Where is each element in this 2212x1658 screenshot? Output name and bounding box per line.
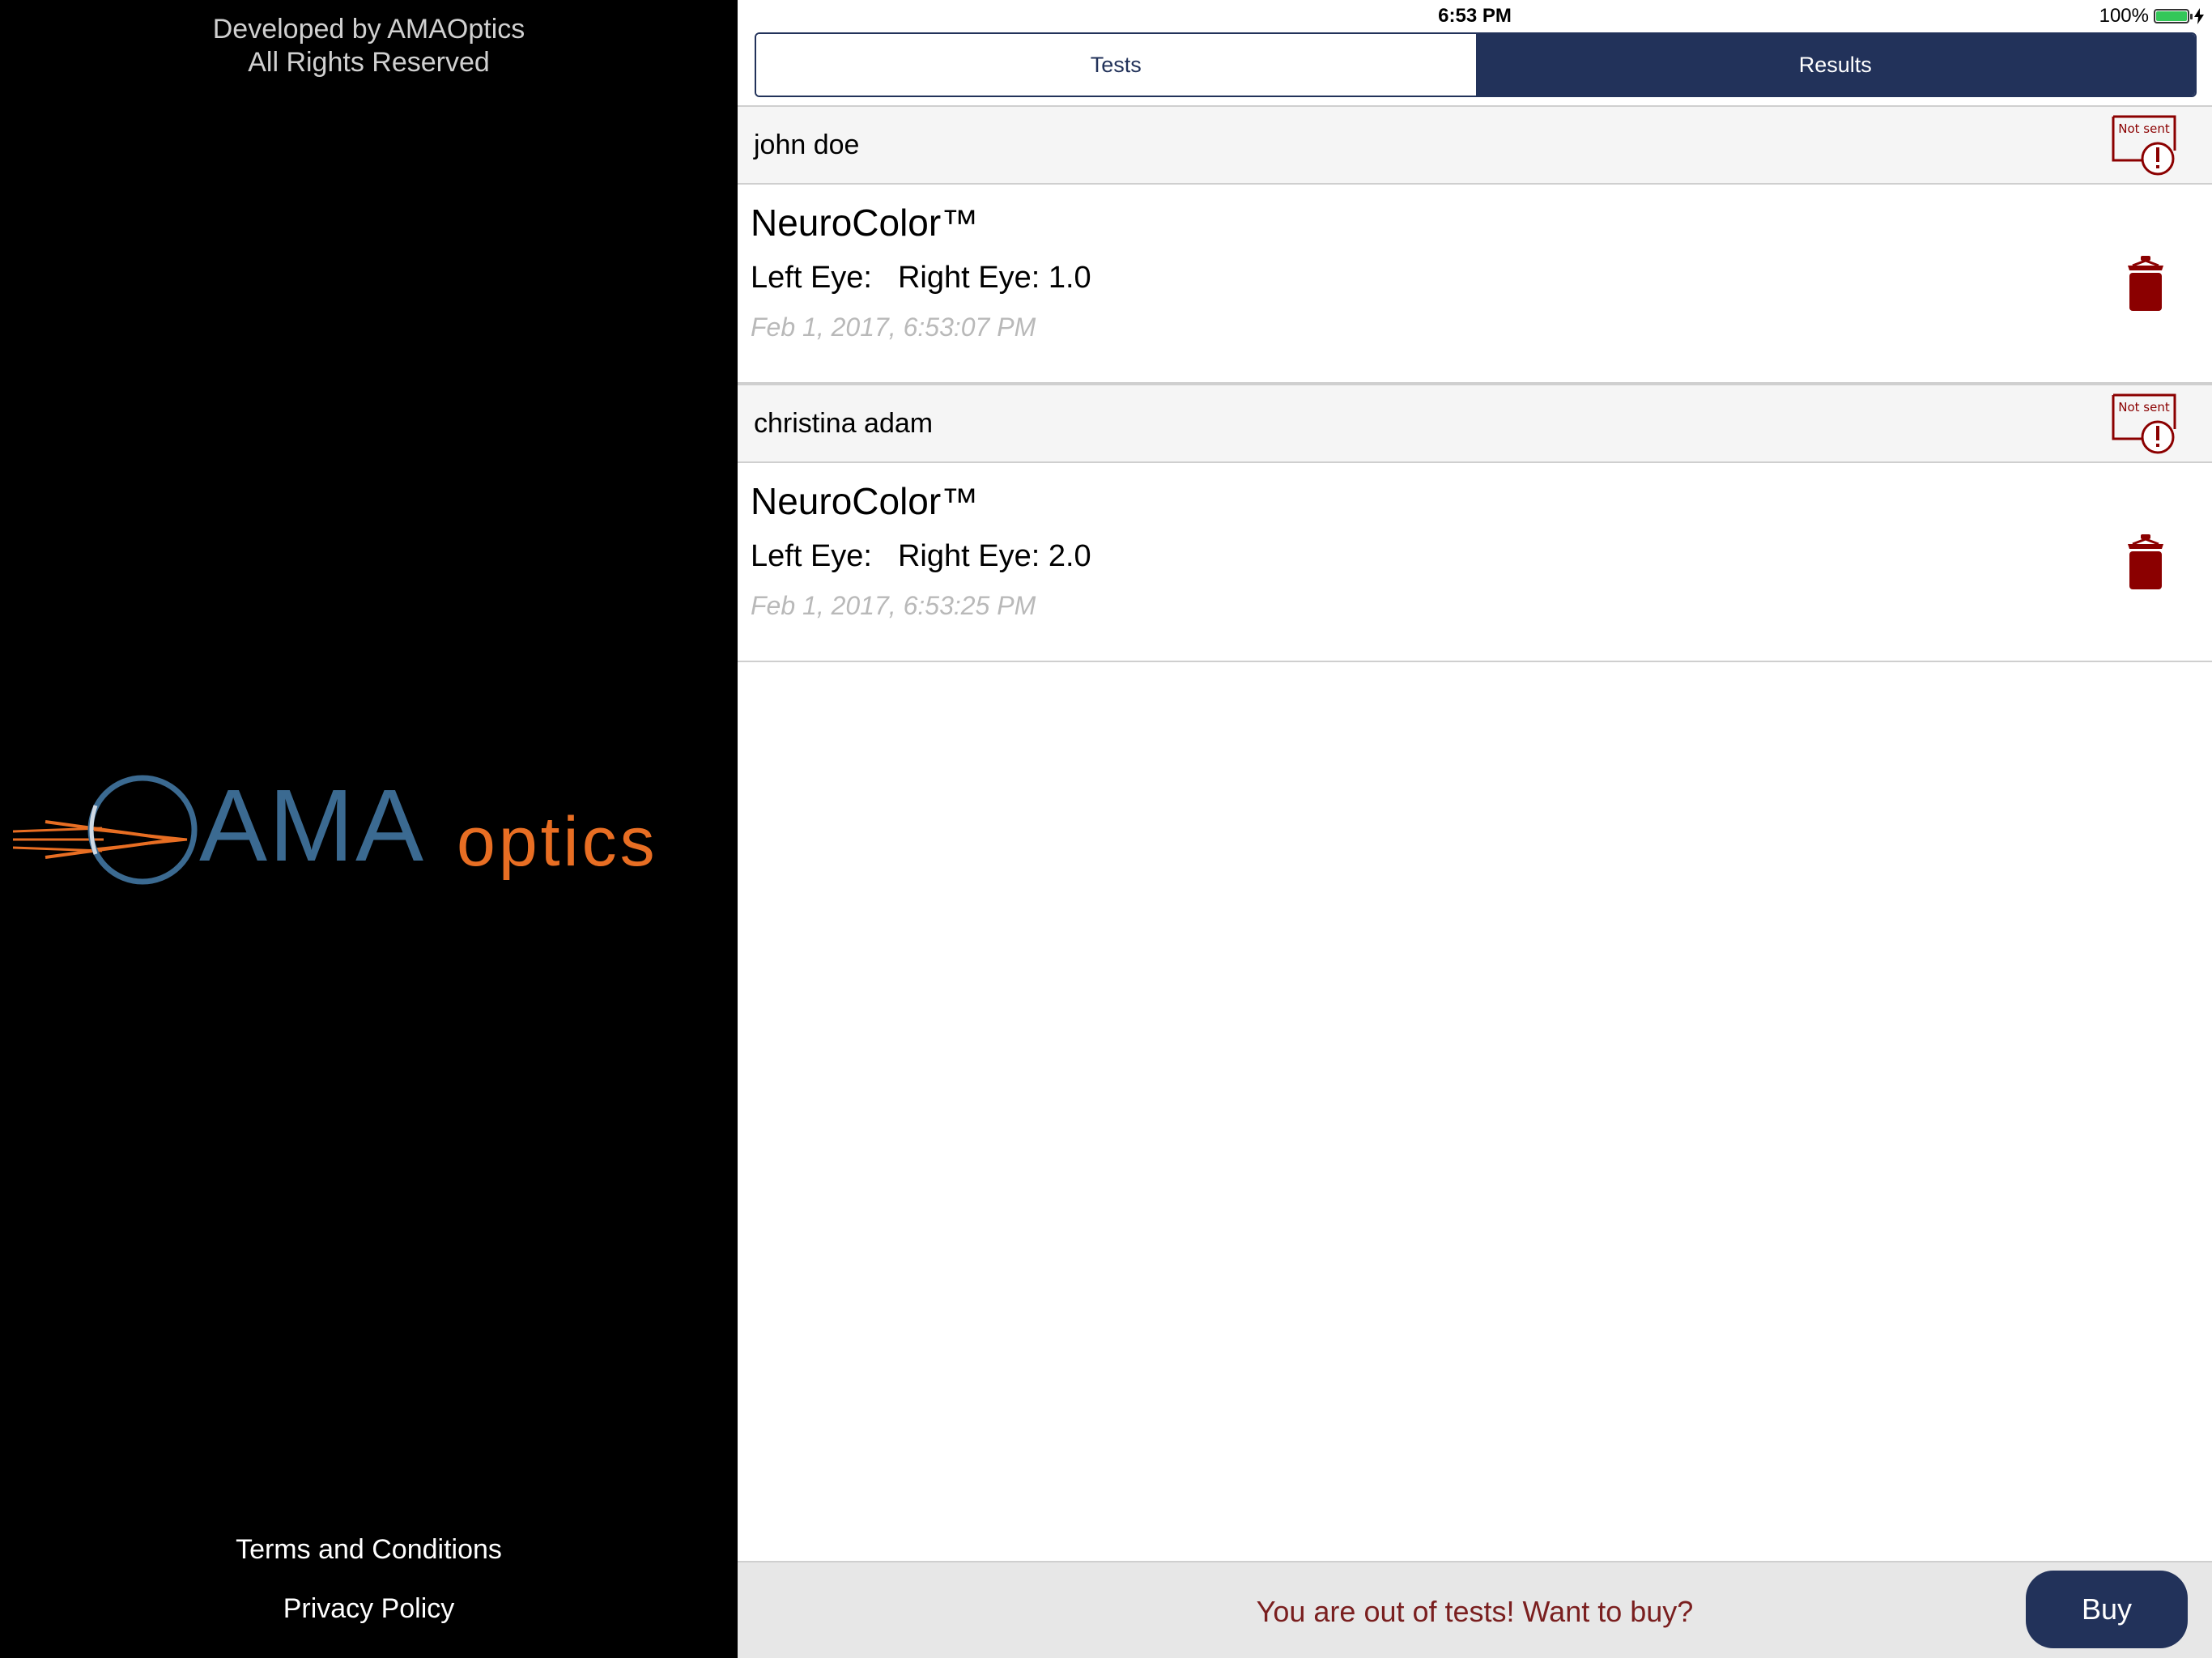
not-sent-alert-icon: Not sent	[2112, 115, 2176, 176]
not-sent-label: Not sent	[2118, 121, 2170, 136]
tab-tests[interactable]: Tests	[756, 34, 1476, 96]
amaoptics-logo: AMA optics	[13, 765, 725, 886]
not-sent-badge[interactable]: Not sent	[2110, 393, 2178, 455]
out-of-tests-message: You are out of tests! Want to buy?	[1256, 1595, 1694, 1628]
sidebar-panel: Developed by AMAOptics All Rights Reserv…	[0, 0, 738, 1658]
battery-icon	[2154, 9, 2193, 23]
right-eye-score: Right Eye: 1.0	[897, 261, 1091, 295]
purchase-bar: You are out of tests! Want to buy? Buy	[738, 1561, 2212, 1658]
not-sent-alert-icon: Not sent	[2112, 393, 2176, 454]
patient-name: john doe	[754, 130, 860, 160]
left-eye-score: Left Eye:	[751, 539, 872, 573]
status-bar: 6:53 PM 100%	[738, 0, 2212, 31]
patient-header: christina adam Not sent	[738, 384, 2212, 463]
battery-status: 100%	[2099, 5, 2204, 28]
tests-results-segmented-control: Tests Results	[755, 32, 2197, 97]
tab-results[interactable]: Results	[1475, 34, 2195, 96]
charging-bolt-icon	[2194, 8, 2204, 24]
right-eye-score: Right Eye: 2.0	[897, 539, 1091, 573]
logo-text-optics: optics	[457, 803, 658, 881]
logo-text-ama: AMA	[199, 768, 426, 882]
patient-name: christina adam	[754, 408, 934, 439]
delete-button[interactable]	[2126, 533, 2165, 591]
credits-line-1: Developed by AMAOptics	[212, 14, 525, 45]
results-panel: 6:53 PM 100% Tests Results john doe Not …	[738, 0, 2212, 1658]
result-timestamp: Feb 1, 2017, 6:53:25 PM	[751, 591, 1036, 620]
battery-percent: 100%	[2099, 5, 2149, 27]
trash-icon	[2128, 256, 2163, 311]
test-name: NeuroColor™	[751, 480, 979, 522]
eye-scores: Left Eye: Right Eye: 1.0	[751, 261, 1117, 295]
credits-line-2: All Rights Reserved	[248, 47, 490, 78]
privacy-link[interactable]: Privacy Policy	[0, 1593, 738, 1625]
result-row[interactable]: NeuroColor™ Left Eye: Right Eye: 2.0 Feb …	[738, 463, 2212, 662]
trash-icon	[2128, 534, 2163, 589]
result-row[interactable]: NeuroColor™ Left Eye: Right Eye: 1.0 Feb …	[738, 185, 2212, 384]
not-sent-label: Not sent	[2118, 400, 2170, 414]
buy-button[interactable]: Buy	[2026, 1571, 2188, 1648]
developer-credits: Developed by AMAOptics All Rights Reserv…	[0, 13, 738, 79]
status-time: 6:53 PM	[1438, 5, 1512, 27]
test-name: NeuroColor™	[751, 202, 979, 244]
result-timestamp: Feb 1, 2017, 6:53:07 PM	[751, 312, 1036, 342]
delete-button[interactable]	[2126, 254, 2165, 312]
eye-scores: Left Eye: Right Eye: 2.0	[751, 539, 1117, 574]
patient-header: john doe Not sent	[738, 105, 2212, 185]
terms-link[interactable]: Terms and Conditions	[0, 1534, 738, 1566]
not-sent-badge[interactable]: Not sent	[2110, 115, 2178, 176]
left-eye-score: Left Eye:	[751, 261, 872, 295]
